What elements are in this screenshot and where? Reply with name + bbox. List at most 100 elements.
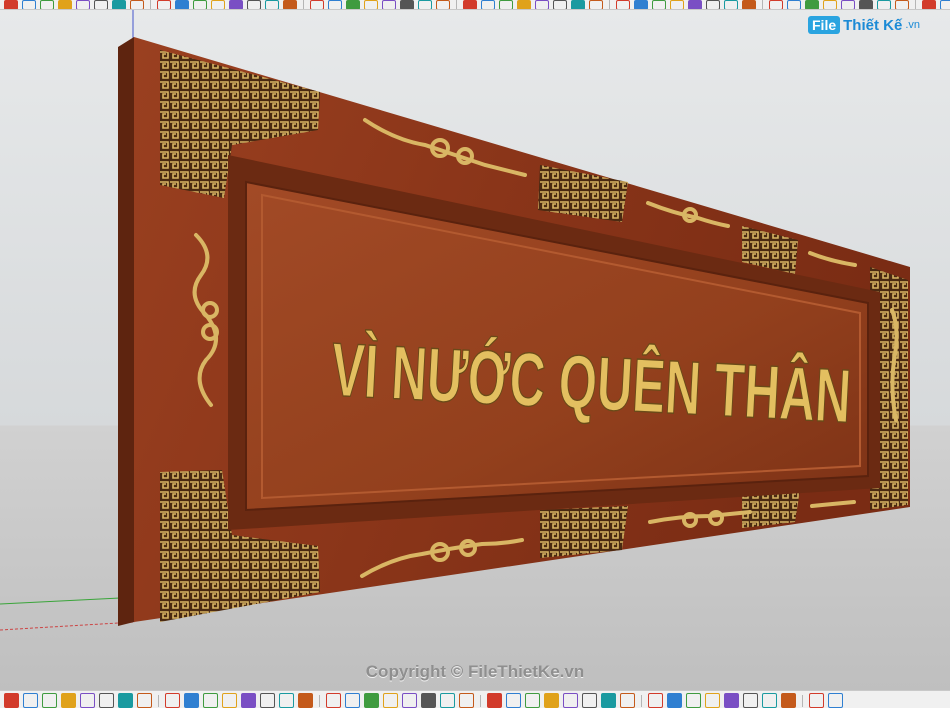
shell-icon[interactable] (506, 693, 521, 708)
tape-icon[interactable] (326, 693, 341, 708)
followme-icon[interactable] (436, 0, 450, 9)
paint-icon[interactable] (247, 0, 261, 9)
paint-bucket-icon[interactable] (61, 693, 76, 708)
sandbox-icon[interactable] (686, 693, 701, 708)
pie-icon[interactable] (203, 693, 218, 708)
zoom-icon[interactable] (652, 0, 666, 9)
drape-icon[interactable] (724, 693, 739, 708)
section-icon[interactable] (895, 0, 909, 9)
zoom-icon[interactable] (582, 693, 597, 708)
walk-icon[interactable] (620, 693, 635, 708)
smoove-icon[interactable] (762, 693, 777, 708)
axes-icon[interactable] (571, 0, 585, 9)
3d-text-icon[interactable] (383, 693, 398, 708)
push-pull-icon[interactable] (222, 693, 237, 708)
freehand-icon[interactable] (364, 0, 378, 9)
pencil-icon[interactable] (260, 693, 275, 708)
cut-icon[interactable] (58, 0, 72, 9)
orbit-icon[interactable] (544, 693, 559, 708)
print-icon[interactable] (175, 0, 189, 9)
look-around-icon[interactable] (648, 693, 663, 708)
3dtext-icon[interactable] (589, 0, 603, 9)
rotated-rect-icon[interactable] (118, 693, 133, 708)
solid-subtract-icon[interactable] (421, 693, 436, 708)
move-icon[interactable] (279, 693, 294, 708)
pan-icon[interactable] (634, 0, 648, 9)
previous-icon[interactable] (706, 0, 720, 9)
next-icon[interactable] (724, 0, 738, 9)
paste-icon[interactable] (94, 0, 108, 9)
logo-ext: .vn (905, 19, 920, 31)
undo-icon[interactable] (130, 0, 144, 9)
extension-icon[interactable] (828, 693, 843, 708)
solid-trim-icon[interactable] (440, 693, 455, 708)
layer-icon[interactable] (877, 0, 891, 9)
stamp-icon[interactable] (705, 693, 720, 708)
rectangle-icon[interactable] (99, 693, 114, 708)
select-icon[interactable] (211, 0, 225, 9)
fret-mid-bottom (540, 506, 628, 558)
eraser-icon[interactable] (265, 0, 279, 9)
toolbar-separator (609, 0, 610, 9)
zoom-extents-icon[interactable] (601, 693, 616, 708)
line-icon[interactable] (310, 0, 324, 9)
model-info-icon[interactable] (193, 0, 207, 9)
polygon-icon[interactable] (346, 0, 360, 9)
green-axis-line (0, 597, 121, 605)
dimension-icon[interactable] (364, 693, 379, 708)
erase-icon[interactable] (112, 0, 126, 9)
open-icon[interactable] (22, 0, 36, 9)
circle-icon[interactable] (137, 693, 152, 708)
line-icon[interactable] (80, 693, 95, 708)
follow-me-icon[interactable] (241, 693, 256, 708)
plaque-model[interactable]: VÌ NƯỚC QUÊN THÂN (0, 10, 950, 690)
shadow-icon[interactable] (922, 0, 936, 9)
solid-union-icon[interactable] (402, 693, 417, 708)
split-icon[interactable] (487, 693, 502, 708)
warehouse-icon[interactable] (809, 693, 824, 708)
wireframe-icon[interactable] (787, 0, 801, 9)
add-detail-icon[interactable] (781, 693, 796, 708)
fog-icon[interactable] (940, 0, 950, 9)
eraser-icon[interactable] (42, 693, 57, 708)
position-camera-icon[interactable] (667, 693, 682, 708)
intersect-icon[interactable] (459, 693, 474, 708)
section-plane-icon[interactable] (525, 693, 540, 708)
text-icon[interactable] (345, 693, 360, 708)
dimension-icon[interactable] (517, 0, 531, 9)
make-component-icon[interactable] (23, 693, 38, 708)
arc-icon[interactable] (184, 693, 199, 708)
offset-icon[interactable] (481, 0, 495, 9)
protractor-icon[interactable] (535, 0, 549, 9)
toolbar-separator (762, 0, 763, 9)
shaded-icon[interactable] (823, 0, 837, 9)
move-icon[interactable] (382, 0, 396, 9)
polygon-icon[interactable] (165, 693, 180, 708)
redo-icon[interactable] (157, 0, 171, 9)
new-icon[interactable] (4, 0, 18, 9)
pan-icon[interactable] (563, 693, 578, 708)
standard-views-icon[interactable] (742, 0, 756, 9)
rotate-icon[interactable] (418, 0, 432, 9)
flip-edge-icon[interactable] (743, 693, 758, 708)
save-icon[interactable] (40, 0, 54, 9)
select-icon[interactable] (4, 693, 19, 708)
scale-icon[interactable] (463, 0, 477, 9)
zoom-extents-icon[interactable] (688, 0, 702, 9)
textures-icon[interactable] (841, 0, 855, 9)
pushpull-icon[interactable] (400, 0, 414, 9)
rectangle-icon[interactable] (283, 0, 297, 9)
tape-icon[interactable] (499, 0, 513, 9)
toolbar-separator (150, 0, 151, 9)
model-viewport[interactable]: VÌ NƯỚC QUÊN THÂN File Thiết Kế .vn Copy… (0, 10, 950, 690)
copy-icon[interactable] (76, 0, 90, 9)
offset-icon[interactable] (298, 693, 313, 708)
arc-icon[interactable] (328, 0, 342, 9)
zoom-window-icon[interactable] (670, 0, 684, 9)
monochrome-icon[interactable] (859, 0, 873, 9)
text-icon[interactable] (553, 0, 567, 9)
component-icon[interactable] (229, 0, 243, 9)
xray-icon[interactable] (769, 0, 783, 9)
hidden-line-icon[interactable] (805, 0, 819, 9)
orbit-icon[interactable] (616, 0, 630, 9)
